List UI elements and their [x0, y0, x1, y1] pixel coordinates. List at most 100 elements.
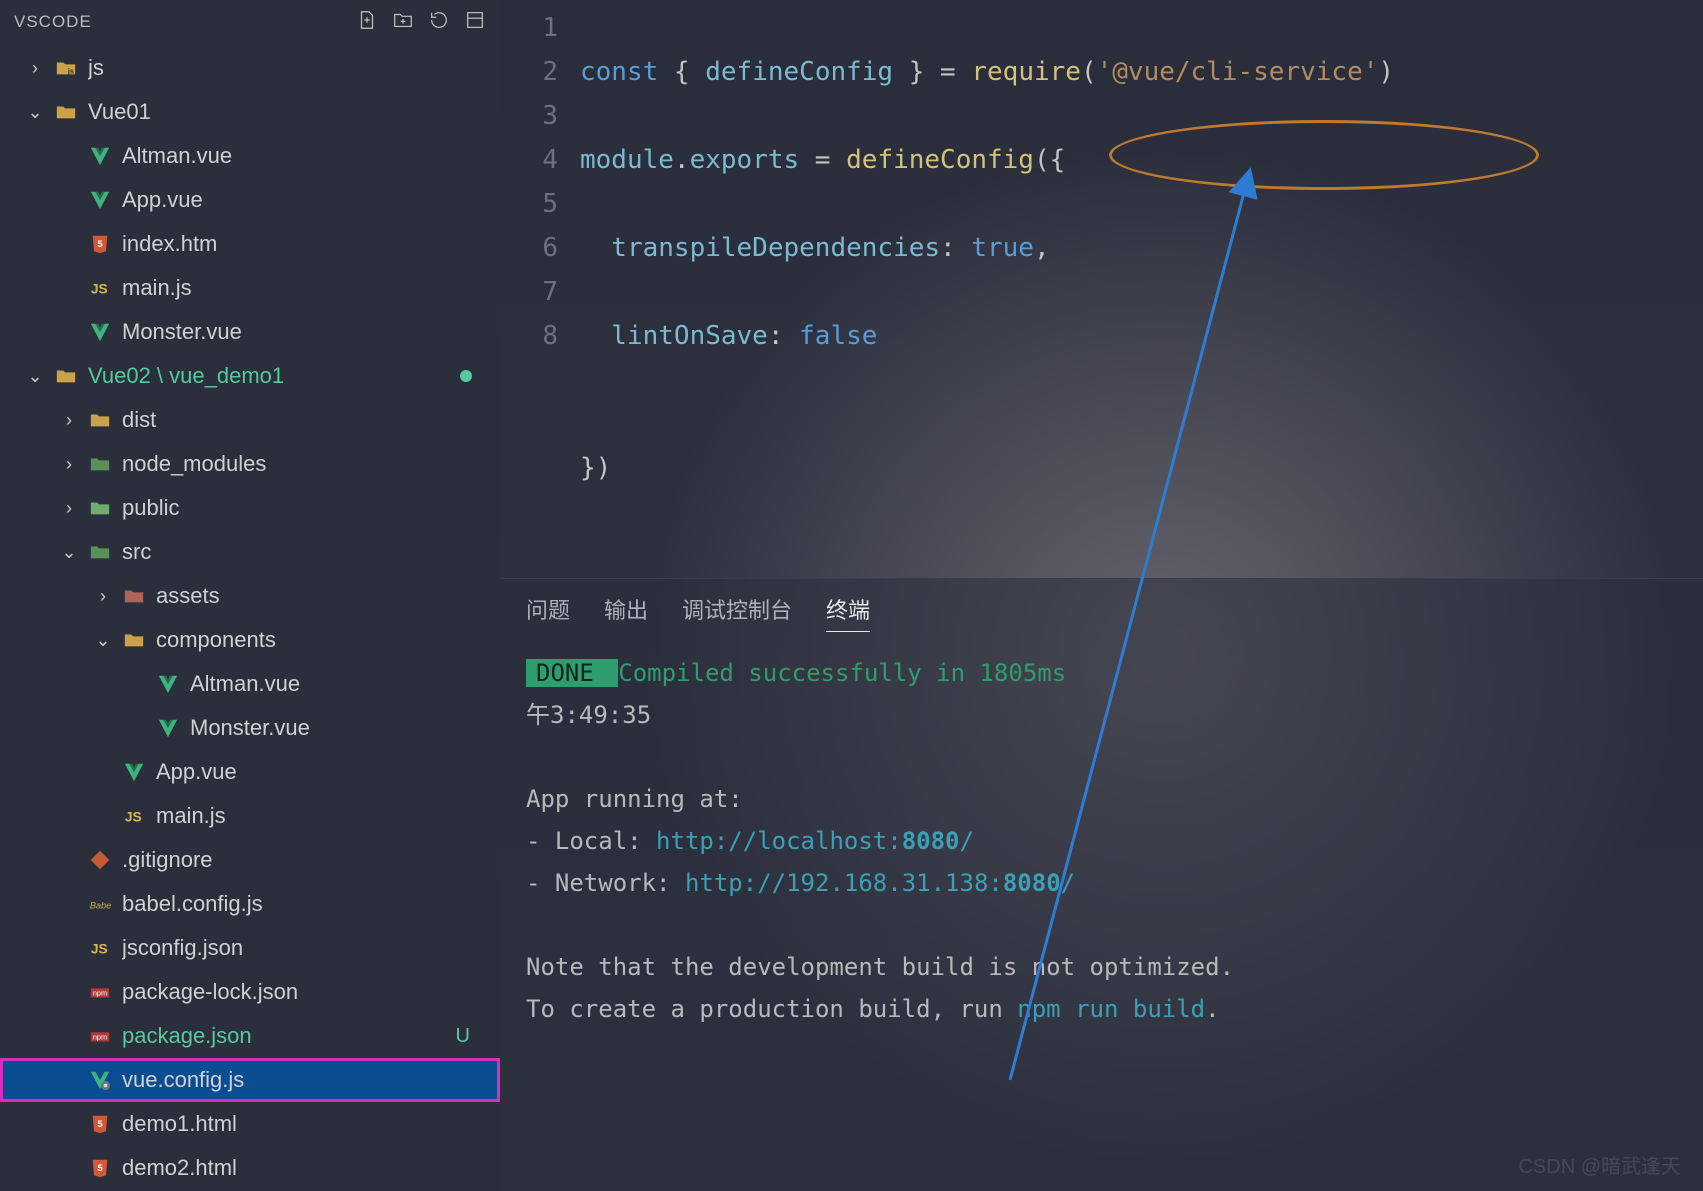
sidebar-title: VSCODE	[14, 12, 92, 32]
tree-item-label: Vue02 \ vue_demo1	[88, 363, 450, 389]
tree-item-app-vue[interactable]: ·App.vue	[0, 178, 500, 222]
tab-output[interactable]: 输出	[604, 593, 648, 632]
tree-item-label: main.js	[122, 275, 500, 301]
line-number: 1	[500, 6, 558, 50]
tree-item-package-lock-json[interactable]: ·npmpackage-lock.json	[0, 970, 500, 1014]
svg-text:5: 5	[97, 1163, 102, 1173]
done-message: Compiled successfully in 1805ms	[618, 659, 1066, 687]
line-number: 4	[500, 138, 558, 182]
tree-item-label: babel.config.js	[122, 891, 500, 917]
tree-item-jsconfig-json[interactable]: ·JSjsconfig.json	[0, 926, 500, 970]
twisty-icon[interactable]: ⌄	[26, 102, 44, 123]
tree-item-label: Monster.vue	[122, 319, 500, 345]
tree-item-label: Monster.vue	[190, 715, 500, 741]
refresh-icon[interactable]	[428, 9, 450, 36]
tree-item-monster-vue[interactable]: ·Monster.vue	[0, 706, 500, 750]
tree-item-demo2-html[interactable]: ·5demo2.html	[0, 1146, 500, 1190]
tree-item-src[interactable]: ⌄ src	[0, 530, 500, 574]
twisty-icon[interactable]: ⌄	[94, 630, 112, 651]
tab-terminal[interactable]: 终端	[826, 593, 870, 632]
svg-text:5: 5	[97, 1119, 102, 1129]
line-number: 5	[500, 182, 558, 226]
tree-item-assets[interactable]: ›assets	[0, 574, 500, 618]
vue-icon	[88, 320, 112, 344]
html-icon: 5	[88, 1112, 112, 1136]
tree-item-label: Altman.vue	[190, 671, 500, 697]
tree-item-demo1-html[interactable]: ·5demo1.html	[0, 1102, 500, 1146]
folder-open-g-icon	[54, 364, 78, 388]
line-number: 2	[500, 50, 558, 94]
sidebar: VSCODE ›jsjs⌄Vue01·Altman.vue·App.vue·5i…	[0, 0, 500, 1191]
tab-problems[interactable]: 问题	[526, 593, 570, 632]
tree-item-label: public	[122, 495, 500, 521]
compile-time: 午3:49:35	[526, 694, 1677, 736]
comp-icon	[122, 628, 146, 652]
line-number: 7	[500, 270, 558, 314]
tree-item-vue-config-js[interactable]: ·vue.config.js	[0, 1058, 500, 1102]
tree-item-main-js[interactable]: ·JSmain.js	[0, 794, 500, 838]
twisty-icon[interactable]: ›	[60, 498, 78, 519]
tree-item-label: components	[156, 627, 500, 653]
tree-item-babel-config-js[interactable]: ·Babelbabel.config.js	[0, 882, 500, 926]
twisty-icon[interactable]: ⌄	[26, 366, 44, 387]
line-number: 3	[500, 94, 558, 138]
vue-icon	[156, 716, 180, 740]
tree-item-dist[interactable]: › dist	[0, 398, 500, 442]
file-tree: ›jsjs⌄Vue01·Altman.vue·App.vue·5index.ht…	[0, 44, 500, 1191]
tree-item-label: main.js	[156, 803, 500, 829]
panel-tabs: 问题 输出 调试控制台 终端	[500, 579, 1703, 642]
collapse-icon[interactable]	[464, 9, 486, 36]
tree-item-label: vue.config.js	[122, 1067, 500, 1093]
tree-item-package-json[interactable]: ·npmpackage.jsonU	[0, 1014, 500, 1058]
tree-item-node_modules[interactable]: › node_modules	[0, 442, 500, 486]
tree-item-app-vue[interactable]: ·App.vue	[0, 750, 500, 794]
tree-item-index-htm[interactable]: ·5index.htm	[0, 222, 500, 266]
git-icon	[88, 848, 112, 872]
tree-item-altman-vue[interactable]: ·Altman.vue	[0, 662, 500, 706]
svg-text:npm: npm	[93, 989, 107, 998]
tree-item-vue02-vue_demo1[interactable]: ⌄ Vue02 \ vue_demo1	[0, 354, 500, 398]
nodemod-icon	[88, 452, 112, 476]
tree-item-label: package.json	[122, 1023, 446, 1049]
tree-item-label: node_modules	[122, 451, 500, 477]
code-editor[interactable]: 1 2 3 4 5 6 7 8 const { defineConfig } =…	[500, 0, 1703, 578]
dist-icon	[88, 408, 112, 432]
tree-item-label: index.htm	[122, 231, 500, 257]
line-number: 6	[500, 226, 558, 270]
modified-dot-icon	[460, 370, 472, 382]
tree-item--gitignore[interactable]: ·.gitignore	[0, 838, 500, 882]
new-folder-icon[interactable]	[392, 9, 414, 36]
tree-item-label: .gitignore	[122, 847, 500, 873]
svg-text:npm: npm	[93, 1033, 107, 1042]
tree-item-js[interactable]: ›jsjs	[0, 46, 500, 90]
twisty-icon[interactable]: ›	[26, 58, 44, 79]
npm-icon: npm	[88, 1024, 112, 1048]
note-line: Note that the development build is not o…	[526, 946, 1677, 988]
vue-icon	[122, 760, 146, 784]
tree-item-vue01[interactable]: ⌄ Vue01	[0, 90, 500, 134]
line-number: 8	[500, 314, 558, 358]
tab-debug-console[interactable]: 调试控制台	[682, 593, 792, 632]
tree-item-label: Vue01	[88, 99, 500, 125]
svg-text:JS: JS	[91, 942, 108, 957]
tree-item-monster-vue[interactable]: ·Monster.vue	[0, 310, 500, 354]
twisty-icon[interactable]: ›	[60, 454, 78, 475]
terminal-output[interactable]: DONE Compiled successfully in 1805ms 午3:…	[500, 642, 1703, 1040]
tree-item-components[interactable]: ⌄ components	[0, 618, 500, 662]
tree-item-public[interactable]: › public	[0, 486, 500, 530]
svg-text:JS: JS	[91, 282, 108, 297]
js-icon: JS	[88, 276, 112, 300]
tree-item-altman-vue[interactable]: ·Altman.vue	[0, 134, 500, 178]
twisty-icon[interactable]: ⌄	[60, 542, 78, 563]
code-content[interactable]: const { defineConfig } = require('@vue/c…	[580, 0, 1703, 578]
bottom-panel: 问题 输出 调试控制台 终端 DONE Compiled successfull…	[500, 578, 1703, 1191]
main-area: 1 2 3 4 5 6 7 8 const { defineConfig } =…	[500, 0, 1703, 1191]
tree-item-label: dist	[122, 407, 500, 433]
twisty-icon[interactable]: ›	[94, 586, 112, 607]
js-folder-icon: js	[54, 56, 78, 80]
tree-item-label: src	[122, 539, 500, 565]
new-file-icon[interactable]	[356, 9, 378, 36]
tree-item-label: demo2.html	[122, 1155, 500, 1181]
twisty-icon[interactable]: ›	[60, 410, 78, 431]
tree-item-main-js[interactable]: ·JSmain.js	[0, 266, 500, 310]
